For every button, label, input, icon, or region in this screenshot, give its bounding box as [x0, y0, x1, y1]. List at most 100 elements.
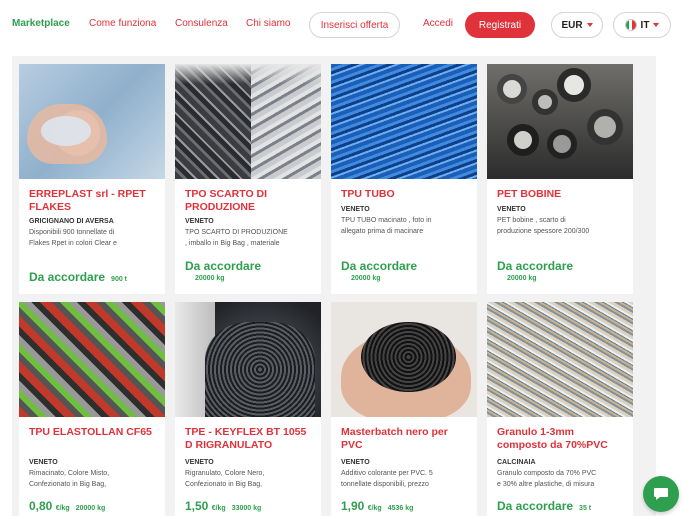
- price-value: 1,50: [185, 499, 209, 513]
- listing-title[interactable]: TPU ELASTOLLAN CF65: [29, 426, 159, 439]
- listing-quantity: 4536 kg: [387, 505, 414, 512]
- desc-line: Rimacinato, Colore Misto,: [29, 470, 110, 477]
- currency-value: EUR: [561, 19, 583, 31]
- listing-location: VENETO: [341, 459, 370, 466]
- desc-line: Additivo colorante per PVC. 5: [341, 470, 433, 477]
- listing-price: 0,80 €/kg 20000 kg: [29, 499, 105, 513]
- listing-description: PET bobine , scarto di produzione spessor…: [497, 215, 627, 237]
- desc-line: Rigranulato, Colore Nero,: [185, 470, 265, 477]
- top-navbar: Marketplace Come funziona Consulenza Chi…: [0, 0, 684, 50]
- login-link[interactable]: Accedi: [423, 18, 453, 29]
- listing-card[interactable]: TPE - KEYFLEX BT 1055 D RIGRANULATO VENE…: [175, 302, 321, 516]
- listing-quantity: 20000 kg: [195, 275, 225, 282]
- listing-image: [19, 64, 165, 179]
- listing-description: Granulo composto da 70% PVC e 30% altre p…: [497, 468, 627, 490]
- insert-offer-button[interactable]: Inserisci offerta: [309, 12, 400, 38]
- listing-image: [487, 302, 633, 417]
- listing-price: Da accordare 35 t: [497, 499, 591, 513]
- listing-location: VENETO: [497, 206, 526, 213]
- listing-image: [19, 302, 165, 417]
- listing-image: [331, 302, 477, 417]
- listing-description: TPO SCARTO DI PRODUZIONE , imballo in Big…: [185, 227, 315, 249]
- price-value: Da accordare: [497, 499, 574, 513]
- desc-line: tonnellate disponibili, prezzo: [341, 481, 429, 488]
- listing-card[interactable]: Masterbatch nero per PVC VENETO Additivo…: [331, 302, 477, 516]
- listing-title[interactable]: TPE - KEYFLEX BT 1055 D RIGRANULATO: [185, 426, 315, 452]
- nav-chi-siamo[interactable]: Chi siamo: [246, 18, 290, 29]
- listing-image: [175, 302, 321, 417]
- listing-description: Disponibili 900 tonnellate di Flakes Rpet…: [29, 227, 159, 249]
- listing-title[interactable]: ERREPLAST srl - RPET FLAKES: [29, 188, 159, 214]
- desc-line: Disponibili 900 tonnellate di: [29, 229, 115, 236]
- chat-bubble-icon: [654, 488, 668, 500]
- language-value: IT: [640, 19, 650, 31]
- listing-title[interactable]: TPO SCARTO DI PRODUZIONE: [185, 188, 315, 214]
- listing-quantity: 20000 kg: [351, 275, 381, 282]
- listing-card[interactable]: TPU ELASTOLLAN CF65 VENETO Rimacinato, C…: [19, 302, 165, 516]
- listing-quantity: 20000 kg: [75, 505, 106, 512]
- listing-title[interactable]: TPU TUBO: [341, 188, 471, 201]
- price-value: Da accordare: [341, 259, 418, 273]
- listing-card[interactable]: TPU TUBO VENETO TPU TUBO macinato , foto…: [331, 64, 477, 294]
- listing-card[interactable]: PET BOBINE VENETO PET bobine , scarto di…: [487, 64, 633, 294]
- price-value: Da accordare: [29, 270, 106, 284]
- listing-description: Rigranulato, Colore Nero, Confezionato in…: [185, 468, 315, 490]
- desc-line: Confezionato in Big Bag,: [185, 481, 263, 488]
- chat-button[interactable]: [643, 476, 679, 512]
- listing-description: Rimacinato, Colore Misto, Confezionato in…: [29, 468, 159, 490]
- currency-select[interactable]: EUR: [551, 12, 603, 38]
- listing-price: 1,50 €/kg 33000 kg: [185, 499, 261, 513]
- nav-come-funziona[interactable]: Come funziona: [89, 18, 156, 29]
- listing-card[interactable]: ERREPLAST srl - RPET FLAKES GRICIGNANO D…: [19, 64, 165, 294]
- listing-title[interactable]: PET BOBINE: [497, 188, 627, 201]
- desc-line: e 30% altre plastiche, di misura: [497, 481, 595, 488]
- language-select[interactable]: IT: [613, 12, 671, 38]
- listing-quantity: 20000 kg: [507, 275, 537, 282]
- italy-flag-icon: [624, 19, 637, 31]
- nav-consulenza[interactable]: Consulenza: [175, 18, 228, 29]
- listing-image: [487, 64, 633, 179]
- desc-line: produzione spessore 200/300: [497, 228, 590, 235]
- listing-image: [175, 64, 321, 179]
- listing-location: VENETO: [29, 459, 58, 466]
- chevron-down-icon: [653, 23, 660, 27]
- listing-price: Da accordare: [497, 259, 573, 273]
- listing-title[interactable]: Masterbatch nero per PVC: [341, 426, 471, 452]
- desc-line: Flakes Rpet in colori Clear e: [29, 240, 117, 247]
- nav-marketplace[interactable]: Marketplace: [12, 18, 70, 29]
- listing-location: VENETO: [185, 459, 214, 466]
- listing-location: CALCINAIA: [497, 459, 536, 466]
- listing-title[interactable]: Granulo 1-3mm composto da 70%PVC: [497, 426, 627, 452]
- chevron-down-icon: [586, 23, 593, 27]
- register-button[interactable]: Registrati: [465, 12, 535, 38]
- listing-card[interactable]: Granulo 1-3mm composto da 70%PVC CALCINA…: [487, 302, 633, 516]
- desc-line: TPO SCARTO DI PRODUZIONE: [185, 229, 288, 236]
- listing-card[interactable]: TPO SCARTO DI PRODUZIONE VENETO TPO SCAR…: [175, 64, 321, 294]
- listing-quantity: 35 t: [579, 505, 592, 512]
- listing-location: VENETO: [341, 206, 370, 213]
- desc-line: PET bobine , scarto di: [497, 217, 566, 224]
- listing-price: Da accordare: [185, 259, 261, 273]
- listing-price: Da accordare: [341, 259, 417, 273]
- desc-line: , imballo in Big Bag , materiale: [185, 240, 280, 247]
- price-unit: €/kg: [211, 505, 226, 512]
- listing-price: Da accordare 900 t: [29, 270, 127, 284]
- listing-price: 1,90 €/kg 4536 kg: [341, 499, 413, 513]
- price-unit: €/kg: [367, 505, 382, 512]
- price-value: Da accordare: [497, 259, 574, 273]
- price-value: 0,80: [29, 499, 53, 513]
- listing-description: TPU TUBO macinato , foto in allegato prim…: [341, 215, 471, 237]
- listing-location: GRICIGNANO DI AVERSA: [29, 218, 114, 225]
- price-unit: €/kg: [55, 505, 70, 512]
- listing-description: Additivo colorante per PVC. 5 tonnellate …: [341, 468, 471, 490]
- desc-line: Granulo composto da 70% PVC: [497, 470, 597, 477]
- desc-line: TPU TUBO macinato , foto in: [341, 217, 432, 224]
- listing-quantity: 900 t: [111, 276, 128, 283]
- listing-quantity: 33000 kg: [231, 505, 262, 512]
- listing-image: [331, 64, 477, 179]
- price-value: 1,90: [341, 499, 365, 513]
- listing-location: VENETO: [185, 218, 214, 225]
- desc-line: Confezionato in Big Bag,: [29, 481, 107, 488]
- price-value: Da accordare: [185, 259, 262, 273]
- desc-line: allegato prima di macinare: [341, 228, 424, 235]
